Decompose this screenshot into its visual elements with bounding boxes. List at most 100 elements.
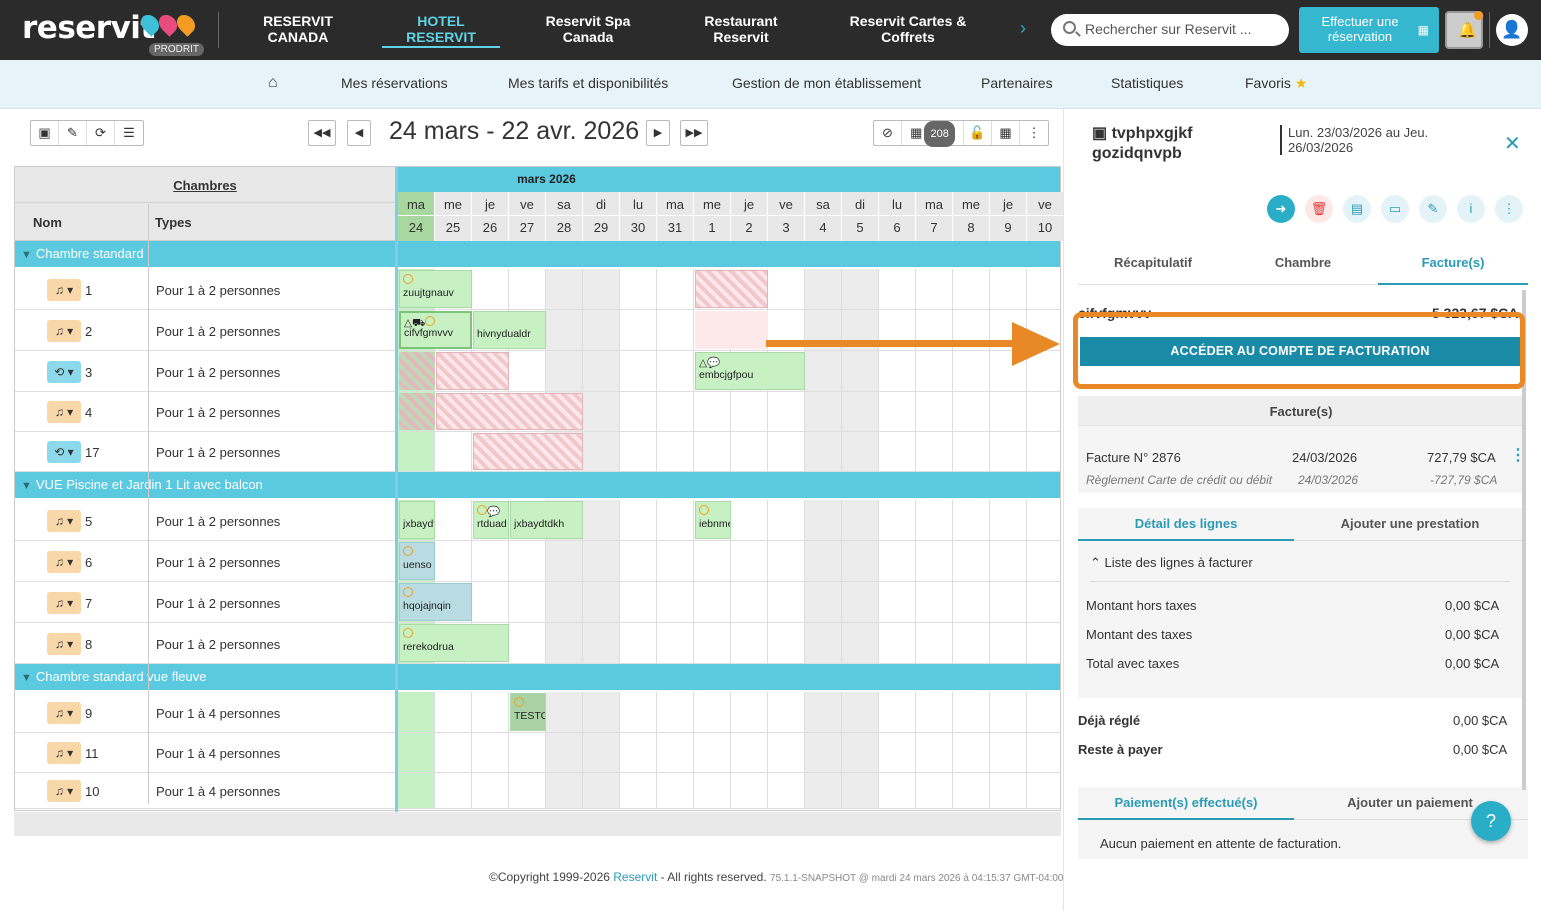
planning-cell[interactable] xyxy=(657,733,694,772)
planning-cell[interactable] xyxy=(509,623,546,663)
planning-cell[interactable] xyxy=(1027,500,1064,540)
planning-cell[interactable] xyxy=(768,773,805,808)
planning-cell[interactable] xyxy=(472,582,509,622)
planning-cell[interactable] xyxy=(583,500,620,540)
planning-cell[interactable] xyxy=(657,623,694,663)
room-number[interactable]: 11 xyxy=(85,746,99,761)
planning-cell[interactable] xyxy=(546,733,583,772)
reservation-block[interactable]: △⛟ cifvfgmvvv xyxy=(399,311,472,349)
planning-cell[interactable] xyxy=(805,773,842,808)
room-status-icon[interactable]: ♫ ▾ xyxy=(47,633,81,655)
fast-forward-button[interactable]: ▶▶ xyxy=(680,120,708,146)
planning-cell[interactable] xyxy=(805,692,842,732)
planning-cell[interactable] xyxy=(546,269,583,309)
planning-cell[interactable] xyxy=(435,733,472,772)
planning-cell[interactable] xyxy=(546,541,583,581)
planning-cell[interactable] xyxy=(916,392,953,431)
planning-cell[interactable] xyxy=(694,692,731,732)
planning-cell[interactable] xyxy=(842,541,879,581)
planning-cell[interactable] xyxy=(657,310,694,350)
reservation-block[interactable]: jxbaydt xyxy=(399,501,435,539)
planning-cell[interactable] xyxy=(768,692,805,732)
room-status-icon[interactable]: ♫ ▾ xyxy=(47,592,81,614)
planning-cell[interactable] xyxy=(1027,582,1064,622)
edit-icon[interactable]: ✎ xyxy=(1419,195,1447,223)
calendar-grid-icon[interactable]: ▦ xyxy=(992,121,1020,145)
planning-cell[interactable] xyxy=(768,623,805,663)
lock-icon[interactable]: 🔓 xyxy=(964,121,992,145)
planning-cell[interactable] xyxy=(879,541,916,581)
subnav-reservations[interactable]: Mes réservations xyxy=(341,75,448,91)
planning-cell[interactable] xyxy=(805,623,842,663)
planning-cell[interactable] xyxy=(620,310,657,350)
planning-cell[interactable] xyxy=(842,269,879,309)
planning-cell[interactable] xyxy=(583,392,620,431)
planning-cell[interactable] xyxy=(509,541,546,581)
planning-cell[interactable] xyxy=(1027,623,1064,663)
planning-cell[interactable] xyxy=(509,582,546,622)
topnav-restaurant[interactable]: Restaurant Reservit xyxy=(694,13,788,45)
planning-cell[interactable] xyxy=(842,351,879,391)
planning-cell[interactable] xyxy=(583,733,620,772)
planning-cell[interactable] xyxy=(657,500,694,540)
planning-cell[interactable] xyxy=(546,351,583,391)
planning-cell[interactable] xyxy=(768,392,805,431)
fast-backward-button[interactable]: ◀◀ xyxy=(308,120,336,146)
planning-cell[interactable] xyxy=(620,392,657,431)
room-number[interactable]: 10 xyxy=(85,784,99,799)
planning-cell[interactable] xyxy=(916,500,953,540)
invoice-number[interactable]: Facture N° 2876 xyxy=(1086,450,1181,465)
room-status-icon[interactable]: ♫ ▾ xyxy=(47,510,81,532)
planning-cell[interactable] xyxy=(953,623,990,663)
room-number[interactable]: 4 xyxy=(85,405,92,420)
planning-cell[interactable] xyxy=(916,773,953,808)
reservation-block[interactable]: rerekodrua xyxy=(399,624,509,662)
topnav-spa[interactable]: Reservit Spa Canada xyxy=(534,13,642,45)
planning-cell[interactable] xyxy=(472,269,509,309)
planning-cell[interactable] xyxy=(768,733,805,772)
refresh-icon[interactable]: ⟳ xyxy=(87,121,115,145)
tab-ajouter-prestation[interactable]: Ajouter une prestation xyxy=(1302,516,1518,531)
room-status-icon[interactable]: ♫ ▾ xyxy=(47,702,81,724)
tab-paiements-effectues[interactable]: Paiement(s) effectué(s) xyxy=(1078,795,1294,820)
planning-cell[interactable] xyxy=(583,692,620,732)
reservation-block[interactable]: hqojajnqin xyxy=(399,583,472,621)
planning-cell[interactable] xyxy=(509,351,546,391)
planning-cell[interactable] xyxy=(1027,269,1064,309)
rooms-header[interactable]: Chambres xyxy=(15,167,395,203)
planning-cell[interactable] xyxy=(398,432,435,471)
planning-cell[interactable] xyxy=(990,392,1027,431)
delete-icon[interactable]: 🗑 xyxy=(1305,195,1333,223)
planning-cell[interactable] xyxy=(879,432,916,471)
planning-cell[interactable] xyxy=(768,269,805,309)
reservation-block[interactable]: iebnme xyxy=(695,501,731,539)
room-status-icon[interactable]: ♫ ▾ xyxy=(47,742,81,764)
planning-cell[interactable] xyxy=(583,351,620,391)
planning-cell[interactable] xyxy=(694,541,731,581)
planning-cell[interactable] xyxy=(990,582,1027,622)
subnav-statistiques[interactable]: Statistiques xyxy=(1111,75,1183,91)
planning-cell[interactable] xyxy=(731,692,768,732)
planning-cell[interactable] xyxy=(398,733,435,772)
edit-icon[interactable]: ✎ xyxy=(59,121,87,145)
reservation-block[interactable]: zuujtgnauv xyxy=(399,270,472,308)
room-group[interactable]: ▼ Chambre standard xyxy=(15,241,1060,267)
planning-cell[interactable] xyxy=(842,773,879,808)
planning-cell[interactable] xyxy=(546,310,583,350)
planning-cell[interactable] xyxy=(953,351,990,391)
planning-cell[interactable] xyxy=(953,541,990,581)
planning-cell[interactable] xyxy=(879,733,916,772)
reservation-block[interactable]: TESTO xyxy=(510,693,546,731)
planning-cell[interactable] xyxy=(953,773,990,808)
planning-cell[interactable] xyxy=(842,582,879,622)
planning-cell[interactable] xyxy=(435,500,472,540)
planning-cell[interactable] xyxy=(990,733,1027,772)
planning-cell[interactable] xyxy=(694,392,731,431)
planning-cell[interactable] xyxy=(768,541,805,581)
planning-cell[interactable] xyxy=(990,500,1027,540)
planning-cell[interactable] xyxy=(546,773,583,808)
planning-cell[interactable] xyxy=(620,582,657,622)
planning-cell[interactable] xyxy=(953,432,990,471)
horizontal-scrollbar[interactable] xyxy=(14,812,1061,836)
planning-cell[interactable] xyxy=(916,692,953,732)
